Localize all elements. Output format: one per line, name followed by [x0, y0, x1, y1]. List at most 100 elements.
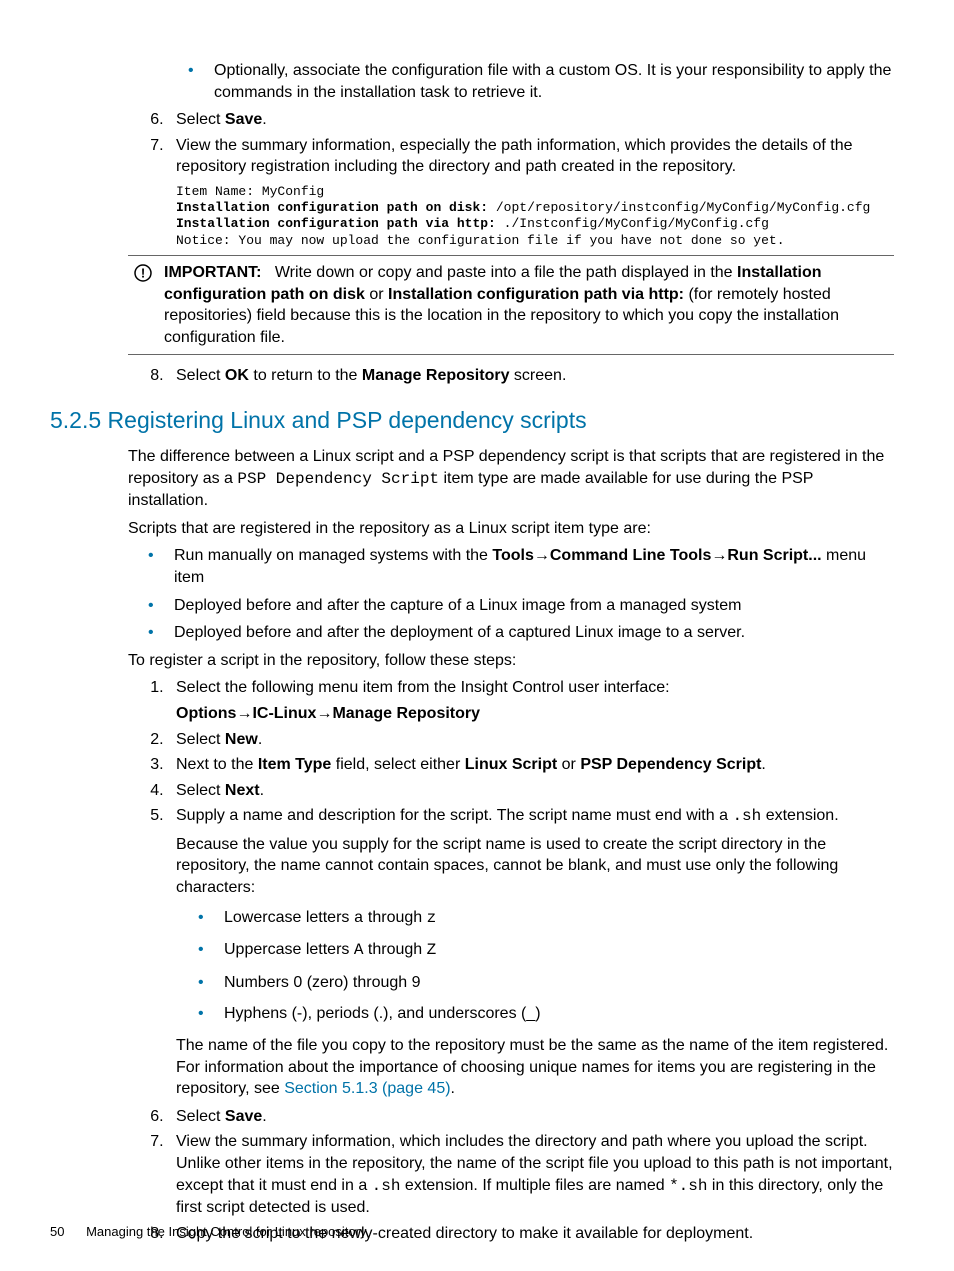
- list-item: Numbers 0 (zero) through 9: [216, 972, 894, 994]
- list-item: Lowercase letters a through z: [216, 907, 894, 930]
- code-line: Installation configuration path via http…: [176, 216, 496, 231]
- top-ordered-list-cont: Select OK to return to the Manage Reposi…: [128, 365, 894, 387]
- body-text: Run manually on managed systems with the: [174, 547, 492, 564]
- bulleted-list: Run manually on managed systems with the…: [128, 545, 894, 643]
- menu-path: Options→IC-Linux→Manage Repository: [176, 703, 894, 725]
- ui-term: Options: [176, 705, 236, 722]
- list-item: Deployed before and after the capture of…: [166, 595, 894, 617]
- code-inline: .sh: [372, 1177, 401, 1195]
- list-item: View the summary information, especially…: [168, 135, 894, 249]
- ui-term: Run Script...: [727, 547, 821, 564]
- list-item: Select New.: [168, 729, 894, 751]
- list-item: Select Save.: [168, 1106, 894, 1128]
- ui-term: Save: [225, 1108, 262, 1125]
- ui-term: OK: [225, 367, 249, 384]
- body-text: Uppercase letters: [224, 941, 354, 958]
- body-text: Select: [176, 367, 225, 384]
- body-text: .: [258, 731, 262, 748]
- body-text: Hyphens (-), periods (.), and underscore…: [224, 1005, 541, 1022]
- section-title: Registering Linux and PSP dependency scr…: [108, 407, 587, 433]
- paragraph: The difference between a Linux script an…: [128, 446, 894, 512]
- body-text: or: [365, 286, 388, 303]
- arrow-icon: →: [534, 547, 550, 564]
- paragraph: Because the value you supply for the scr…: [176, 834, 894, 899]
- section-content: The difference between a Linux script an…: [128, 446, 894, 1244]
- ui-term: IC-Linux: [252, 705, 316, 722]
- body-text: Numbers 0 (zero) through 9: [224, 974, 421, 991]
- list-item: Hyphens (-), periods (.), and underscore…: [216, 1003, 894, 1025]
- code-inline: a: [354, 909, 364, 927]
- arrow-icon: →: [236, 705, 252, 722]
- code-inline: *.sh: [669, 1177, 707, 1195]
- ui-term: Item Type: [258, 756, 332, 773]
- important-icon: !: [128, 262, 158, 348]
- list-item: Select the following menu item from the …: [168, 677, 894, 724]
- allowed-chars-list: Lowercase letters a through z Uppercase …: [176, 907, 894, 1025]
- body-text: Select the following menu item from the …: [176, 679, 670, 696]
- paragraph: To register a script in the repository, …: [128, 650, 894, 672]
- body-text: through: [363, 909, 426, 926]
- list-item: Select Save.: [168, 109, 894, 131]
- list-item: Supply a name and description for the sc…: [168, 805, 894, 1100]
- code-line: ./Instconfig/MyConfig/MyConfig.cfg: [496, 216, 769, 231]
- ui-term: Manage Repository: [362, 367, 510, 384]
- body-text: extension.: [761, 807, 838, 824]
- list-item: Optionally, associate the configuration …: [206, 60, 894, 103]
- important-text: IMPORTANT: Write down or copy and paste …: [164, 262, 894, 348]
- arrow-icon: →: [316, 705, 332, 722]
- arrow-icon: →: [711, 547, 727, 564]
- code-inline: PSP Dependency Script: [237, 470, 439, 488]
- body-text: .: [260, 782, 264, 799]
- body-text: The name of the file you copy to the rep…: [176, 1037, 888, 1097]
- code-line: Installation configuration path on disk:: [176, 200, 488, 215]
- body-text: Deployed before and after the capture of…: [174, 597, 741, 614]
- section-heading: 5.2.5 Registering Linux and PSP dependen…: [50, 405, 904, 436]
- top-ordered-list: Select Save. View the summary informatio…: [128, 109, 894, 249]
- list-item: Deployed before and after the deployment…: [166, 622, 894, 644]
- ui-term: Linux Script: [465, 756, 557, 773]
- cross-reference-link[interactable]: Section 5.1.3 (page 45): [284, 1080, 450, 1097]
- code-inline: z: [427, 909, 437, 927]
- body-text: View the summary information, especially…: [176, 137, 853, 176]
- body-text: to return to the: [249, 367, 362, 384]
- page-number: 50: [50, 1223, 64, 1241]
- body-text: field, select either: [331, 756, 464, 773]
- code-inline: A: [354, 941, 364, 959]
- body-text: screen.: [509, 367, 566, 384]
- code-block: Item Name: MyConfig Installation configu…: [176, 184, 894, 249]
- list-item: Run manually on managed systems with the…: [166, 545, 894, 588]
- list-item: Next to the Item Type field, select eith…: [168, 754, 894, 776]
- code-line: Item Name: MyConfig: [176, 184, 324, 199]
- ui-term: Tools: [492, 547, 533, 564]
- code-line: /opt/repository/instconfig/MyConfig/MyCo…: [488, 200, 870, 215]
- code-line: Notice: You may now upload the configura…: [176, 233, 785, 248]
- body-text: Optionally, associate the configuration …: [214, 62, 891, 101]
- section-number: 5.2.5: [50, 407, 101, 433]
- list-item: Select Next.: [168, 780, 894, 802]
- body-text: Supply a name and description for the sc…: [176, 807, 732, 824]
- body-text: .: [262, 111, 266, 128]
- steps-list: Select the following menu item from the …: [128, 677, 894, 1244]
- list-item: Select OK to return to the Manage Reposi…: [168, 365, 894, 387]
- ui-term: Installation configuration path via http…: [388, 286, 684, 303]
- body-text: Select: [176, 1108, 225, 1125]
- important-callout: ! IMPORTANT: Write down or copy and past…: [128, 255, 894, 355]
- code-inline: Z: [427, 941, 437, 959]
- body-text: Next to the: [176, 756, 258, 773]
- top-sub-bullets: Optionally, associate the configuration …: [128, 60, 894, 103]
- ui-term: New: [225, 731, 258, 748]
- ui-term: Save: [225, 111, 262, 128]
- body-text: Select: [176, 111, 225, 128]
- body-text: .: [761, 756, 765, 773]
- ui-term: PSP Dependency Script: [580, 756, 761, 773]
- ui-term: Command Line Tools: [550, 547, 711, 564]
- body-text: or: [557, 756, 580, 773]
- svg-text:!: !: [141, 265, 145, 280]
- body-text: Write down or copy and paste into a file…: [275, 264, 737, 281]
- body-text: through: [363, 941, 426, 958]
- body-text: .: [451, 1080, 455, 1097]
- paragraph: The name of the file you copy to the rep…: [176, 1035, 894, 1100]
- body-text: Select: [176, 731, 225, 748]
- page-content: Optionally, associate the configuration …: [128, 60, 894, 387]
- list-item: View the summary information, which incl…: [168, 1131, 894, 1218]
